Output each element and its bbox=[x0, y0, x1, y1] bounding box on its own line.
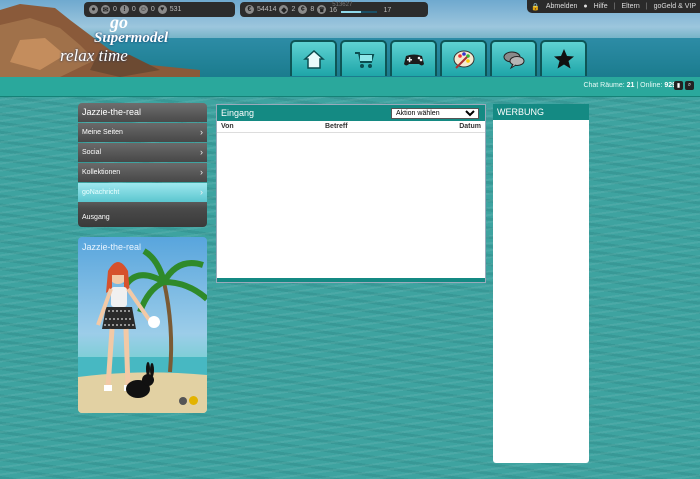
search-icon[interactable]: ⌕ bbox=[685, 81, 694, 90]
divider: | bbox=[613, 3, 616, 10]
coin-badge-icon[interactable] bbox=[189, 396, 198, 405]
currency-pill: € 54414 ◆ 2 ¢ 8 ♛ 513627 16 17 bbox=[240, 2, 428, 17]
tab-stars[interactable] bbox=[540, 40, 587, 76]
inbox-header: Eingang Aktion wählen bbox=[217, 105, 485, 121]
logo-supermodel: Supermodel bbox=[94, 30, 169, 46]
xp-bar bbox=[341, 11, 378, 13]
money-icon[interactable]: € bbox=[245, 5, 254, 14]
logo-relax-time: relax time bbox=[60, 46, 128, 65]
palette-icon bbox=[453, 50, 474, 69]
inbox-title: Eingang bbox=[221, 108, 255, 118]
avatar-image bbox=[78, 248, 207, 413]
alert-count: 0 bbox=[131, 6, 136, 13]
tab-chat[interactable] bbox=[490, 40, 537, 76]
logout-link[interactable]: Abmelden bbox=[546, 3, 578, 10]
parents-link[interactable]: Eltern bbox=[621, 3, 639, 10]
top-links-bar: 🔒 Abmelden ● Hilfe | Eltern | goGeld & V… bbox=[527, 0, 700, 13]
user-stats-pill: ● ✉ 0 ! 0 ☺ 0 ♥ 531 bbox=[84, 2, 235, 17]
divider: | bbox=[636, 82, 639, 89]
diamond-icon[interactable]: ◆ bbox=[279, 5, 289, 14]
sidebar-item-label: Social bbox=[82, 149, 102, 156]
badge-icon[interactable] bbox=[179, 397, 187, 405]
money-count: 54414 bbox=[257, 6, 277, 13]
online-label: Online: bbox=[640, 82, 663, 89]
chat-rooms-label: Chat Räume: bbox=[583, 82, 625, 89]
stats-icon[interactable]: ▮ bbox=[674, 81, 683, 90]
chevron-right-icon: › bbox=[200, 167, 203, 177]
vip-link[interactable]: goGeld & VIP bbox=[654, 3, 696, 10]
sidebar: Jazzie-the-real Meine Seiten › Social › … bbox=[78, 103, 207, 227]
profile-icon[interactable]: ● bbox=[89, 5, 98, 14]
friends-icon[interactable]: ☺ bbox=[138, 5, 148, 14]
house-icon bbox=[302, 49, 325, 69]
help-icon: ● bbox=[583, 3, 588, 10]
crown-icon: ♛ bbox=[317, 5, 327, 14]
current-level: 16 bbox=[329, 7, 338, 14]
coins-count: 8 bbox=[310, 6, 315, 13]
heart-icon[interactable]: ♥ bbox=[157, 5, 167, 14]
chat-info: Chat Räume: 21 | Online: 929 bbox=[583, 82, 676, 89]
mail-icon[interactable]: ✉ bbox=[101, 5, 110, 14]
level-progress: 513627 16 17 bbox=[329, 2, 392, 16]
gamepad-icon bbox=[403, 54, 424, 66]
alert-icon[interactable]: ! bbox=[119, 5, 129, 14]
lock-icon: 🔒 bbox=[531, 3, 540, 11]
tab-games[interactable] bbox=[390, 40, 437, 76]
coin-icon[interactable]: ¢ bbox=[298, 5, 308, 14]
tab-shop[interactable] bbox=[340, 40, 387, 76]
inbox-footer bbox=[217, 278, 485, 282]
speech-bubbles-icon bbox=[503, 51, 524, 70]
chevron-right-icon: › bbox=[200, 187, 203, 197]
chevron-right-icon: › bbox=[200, 147, 203, 157]
status-icons: ▮ ⌕ bbox=[674, 81, 694, 90]
chat-rooms-count: 21 bbox=[626, 82, 635, 89]
sidebar-item-label: Meine Seiten bbox=[82, 129, 123, 136]
inbox-panel: Eingang Aktion wählen Von Betreff Datum bbox=[216, 104, 486, 283]
avatar-name: Jazzie-the-real bbox=[82, 242, 142, 252]
col-subject[interactable]: Betreff bbox=[325, 121, 459, 132]
main-nav bbox=[290, 40, 587, 76]
diamonds-count: 2 bbox=[291, 6, 296, 13]
mail-count: 0 bbox=[113, 6, 117, 13]
tab-creative[interactable] bbox=[440, 40, 487, 76]
site-logo[interactable]: go Supermodel relax time bbox=[60, 8, 190, 68]
chevron-right-icon: › bbox=[200, 127, 203, 137]
friends-count: 0 bbox=[150, 6, 155, 13]
sidebar-item-collections[interactable]: Kollektionen › bbox=[78, 163, 207, 182]
sidebar-item-label: Kollektionen bbox=[82, 169, 121, 176]
sidebar-item-messages[interactable]: goNachricht › bbox=[78, 183, 207, 202]
shopping-cart-icon bbox=[354, 52, 374, 68]
ad-panel: WERBUNG bbox=[493, 104, 589, 463]
star-icon bbox=[553, 49, 574, 69]
likes-count: 531 bbox=[169, 6, 182, 13]
sidebar-item-outbox[interactable]: Ausgang bbox=[78, 208, 207, 227]
sidebar-username[interactable]: Jazzie-the-real bbox=[78, 103, 207, 122]
action-select[interactable]: Aktion wählen bbox=[391, 108, 479, 119]
col-date[interactable]: Datum bbox=[459, 121, 481, 132]
avatar-card[interactable]: Jazzie-the-real bbox=[78, 237, 207, 413]
ad-title: WERBUNG bbox=[493, 104, 589, 120]
sidebar-item-label: goNachricht bbox=[82, 189, 120, 196]
xp-bar-fill bbox=[341, 11, 362, 13]
divider: | bbox=[645, 3, 648, 10]
help-link[interactable]: Hilfe bbox=[594, 3, 608, 10]
tab-home[interactable] bbox=[290, 40, 337, 76]
next-level: 17 bbox=[383, 7, 392, 14]
inbox-column-headers: Von Betreff Datum bbox=[217, 121, 485, 133]
sidebar-item-my-pages[interactable]: Meine Seiten › bbox=[78, 123, 207, 142]
col-from[interactable]: Von bbox=[221, 121, 325, 132]
sidebar-item-social[interactable]: Social › bbox=[78, 143, 207, 162]
